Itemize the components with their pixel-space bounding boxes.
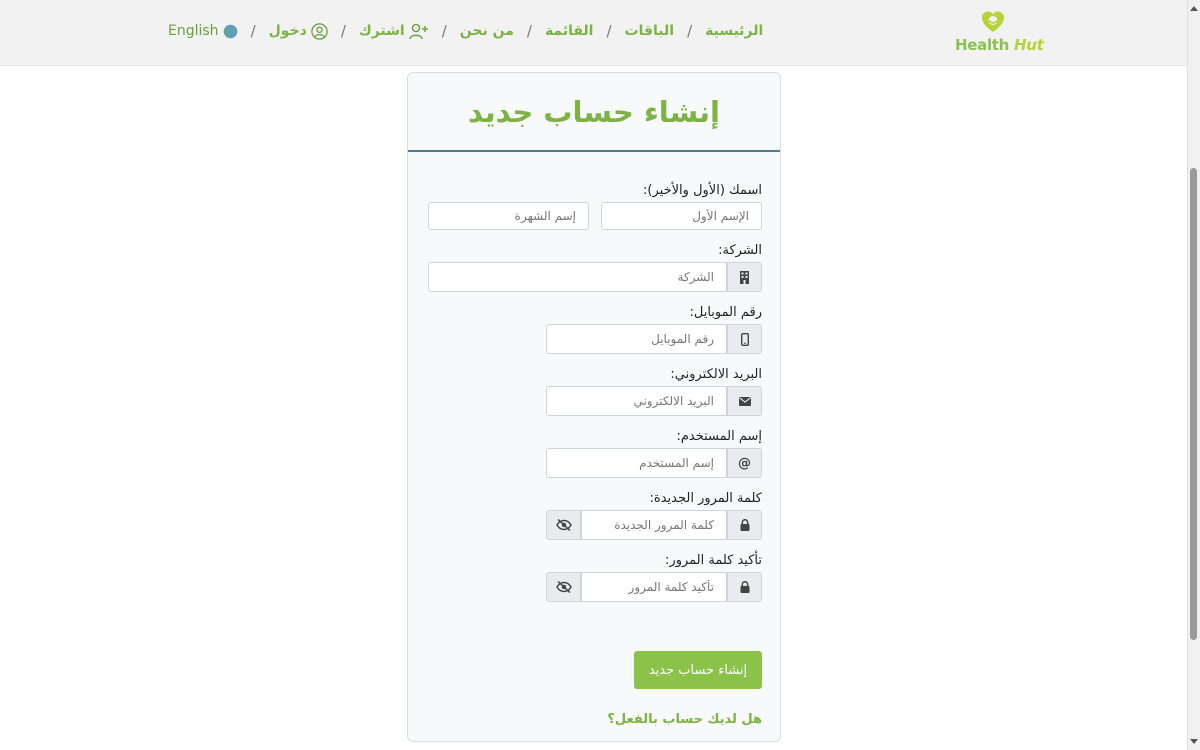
nav-login-link[interactable]: دخول xyxy=(268,22,328,40)
logo-word-health: Health xyxy=(955,36,1010,54)
toggle-confirm-visibility-button[interactable] xyxy=(546,572,581,602)
email-group: البريد الالكتروني: xyxy=(426,367,762,416)
register-card: إنشاء حساب جديد اسمك (الأول والأخير): ال… xyxy=(407,72,781,742)
username-input[interactable] xyxy=(546,448,727,478)
top-navbar: الرئيسية / الباقات / القائمة / من نحن / … xyxy=(0,0,1188,66)
nav-separator: / xyxy=(606,22,612,40)
email-input-group xyxy=(426,386,762,416)
language-label: English xyxy=(168,23,219,39)
password-group: كلمة المرور الجديدة: xyxy=(426,491,762,540)
user-plus-icon xyxy=(409,23,429,40)
nav-separator: / xyxy=(250,22,256,40)
confirm-password-input[interactable] xyxy=(581,572,727,602)
mobile-group: رقم الموبايل: xyxy=(426,305,762,354)
logo-wordmark: Health Hut xyxy=(955,36,1044,54)
new-password-input[interactable] xyxy=(581,510,727,540)
username-group: إسم المستخدم: @ xyxy=(426,429,762,478)
toggle-password-visibility-button[interactable] xyxy=(546,510,581,540)
nav-separator: / xyxy=(441,22,447,40)
nav-packages-link[interactable]: الباقات xyxy=(625,23,675,39)
heart-logo-icon xyxy=(981,10,1005,38)
name-group: اسمك (الأول والأخير): xyxy=(426,183,762,230)
mobile-input[interactable] xyxy=(546,324,727,354)
company-group: الشركة: xyxy=(426,243,762,292)
name-row xyxy=(426,202,762,230)
company-label: الشركة: xyxy=(718,243,762,258)
nav-about-link[interactable]: من نحن xyxy=(460,23,514,39)
mobile-phone-icon xyxy=(727,324,762,354)
main-nav: الرئيسية / الباقات / القائمة / من نحن / … xyxy=(168,17,763,45)
language-switch-link[interactable]: English xyxy=(168,23,238,39)
nav-separator: / xyxy=(526,22,532,40)
envelope-icon xyxy=(727,386,762,416)
nav-home-link[interactable]: الرئيسية xyxy=(705,23,763,39)
lock-icon xyxy=(727,572,762,602)
confirm-password-group: تأكيد كلمة المرور: xyxy=(426,553,762,602)
nav-menu-link[interactable]: القائمة xyxy=(545,23,594,39)
at-sign-icon: @ xyxy=(727,448,762,478)
eye-slash-icon xyxy=(555,581,572,593)
scrollbar-thumb[interactable] xyxy=(1190,168,1197,640)
confirm-password-input-group xyxy=(426,572,762,602)
first-name-input[interactable] xyxy=(601,202,762,230)
eye-slash-icon xyxy=(555,519,572,531)
mobile-label: رقم الموبايل: xyxy=(689,305,762,320)
mobile-input-group xyxy=(426,324,762,354)
company-input-group xyxy=(426,262,762,292)
lock-icon xyxy=(727,510,762,540)
password-input-group xyxy=(426,510,762,540)
card-header: إنشاء حساب جديد xyxy=(408,73,780,152)
nav-login-label: دخول xyxy=(268,23,307,39)
email-input[interactable] xyxy=(546,386,727,416)
page-title: إنشاء حساب جديد xyxy=(468,94,720,129)
logo-word-hut: Hut xyxy=(1013,36,1044,54)
username-label: إسم المستخدم: xyxy=(676,429,762,444)
scroll-up-arrow-icon[interactable] xyxy=(1190,6,1198,11)
confirm-password-label: تأكيد كلمة المرور: xyxy=(665,553,762,568)
nav-subscribe-link[interactable]: اشترك xyxy=(359,23,429,40)
scroll-down-arrow-icon[interactable] xyxy=(1190,739,1198,744)
globe-icon xyxy=(223,24,238,39)
nickname-input[interactable] xyxy=(428,202,589,230)
building-icon xyxy=(727,262,762,292)
nav-separator: / xyxy=(340,22,346,40)
nav-subscribe-label: اشترك xyxy=(358,23,405,39)
login-link[interactable]: هل لديك حساب بالفعل؟ xyxy=(426,712,762,727)
company-input[interactable] xyxy=(428,262,727,292)
email-label: البريد الالكتروني: xyxy=(670,367,762,382)
create-account-button[interactable]: إنشاء حساب جديد xyxy=(634,651,762,689)
page-scrollbar[interactable] xyxy=(1187,0,1200,750)
user-circle-icon xyxy=(311,22,328,40)
name-label: اسمك (الأول والأخير): xyxy=(643,183,762,198)
health-hut-logo[interactable]: Health Hut xyxy=(955,10,1044,58)
username-input-group: @ xyxy=(426,448,762,478)
nav-separator: / xyxy=(687,22,693,40)
register-form: اسمك (الأول والأخير): الشركة: رقم الموبا… xyxy=(408,152,780,727)
password-label: كلمة المرور الجديدة: xyxy=(649,491,762,506)
